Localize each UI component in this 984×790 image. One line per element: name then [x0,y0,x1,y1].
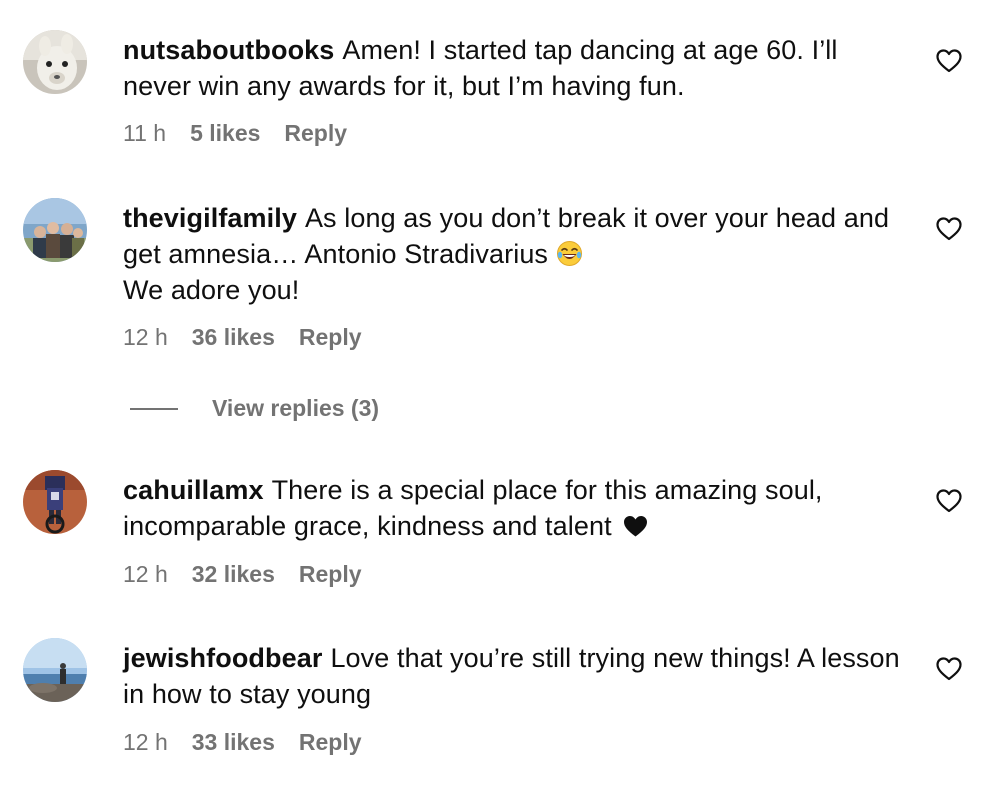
replies-divider [130,407,178,410]
comment-body: jewishfoodbear Love that you’re still try… [123,640,903,712]
avatar[interactable] [23,638,87,702]
reply-button[interactable]: Reply [299,727,362,757]
comment-meta: 12 h 32 likes Reply [123,559,362,589]
alpaca-avatar-icon [23,30,87,94]
comment-likes[interactable]: 5 likes [190,118,260,148]
comment-meta: 12 h 33 likes Reply [123,727,362,757]
comment-body: thevigilfamily As long as you don’t break… [123,200,903,308]
motorcycle-avatar-icon [23,470,87,534]
comment-username[interactable]: nutsaboutbooks [123,35,334,65]
reply-button[interactable]: Reply [284,118,347,148]
avatar[interactable] [23,30,87,94]
comment-likes[interactable]: 33 likes [192,727,275,757]
comments-list: nutsaboutbooks Amen! I started tap dancin… [0,0,984,790]
comment-body: cahuillamx There is a special place for t… [123,472,903,544]
comment-time: 12 h [123,561,168,587]
reply-button[interactable]: Reply [299,559,362,589]
view-replies-button[interactable]: View replies (3) [130,393,379,423]
comment-body: nutsaboutbooks Amen! I started tap dancin… [123,32,903,104]
comment-username[interactable]: jewishfoodbear [123,643,322,673]
comment-likes[interactable]: 36 likes [192,322,275,352]
avatar[interactable] [23,198,87,262]
seaside-avatar-icon [23,638,87,702]
comment-username[interactable]: cahuillamx [123,475,264,505]
reply-button[interactable]: Reply [299,322,362,352]
avatar[interactable] [23,470,87,534]
like-heart-icon[interactable] [936,217,962,241]
comment-username[interactable]: thevigilfamily [123,203,297,233]
comment-text-line2: We adore you! [123,275,300,305]
laughing-emoji-icon [556,240,583,267]
like-heart-icon[interactable] [936,489,962,513]
comment-time: 11 h [123,120,167,146]
view-replies-label: View replies (3) [212,395,380,421]
family-photo-avatar-icon [23,198,87,262]
comment-time: 12 h [123,324,168,350]
comment-meta: 11 h 5 likes Reply [123,118,347,148]
black-heart-emoji-icon [623,515,648,538]
comment-meta: 12 h 36 likes Reply [123,322,362,352]
like-heart-icon[interactable] [936,49,962,73]
like-heart-icon[interactable] [936,657,962,681]
comment-likes[interactable]: 32 likes [192,559,275,589]
comment-time: 12 h [123,729,168,755]
